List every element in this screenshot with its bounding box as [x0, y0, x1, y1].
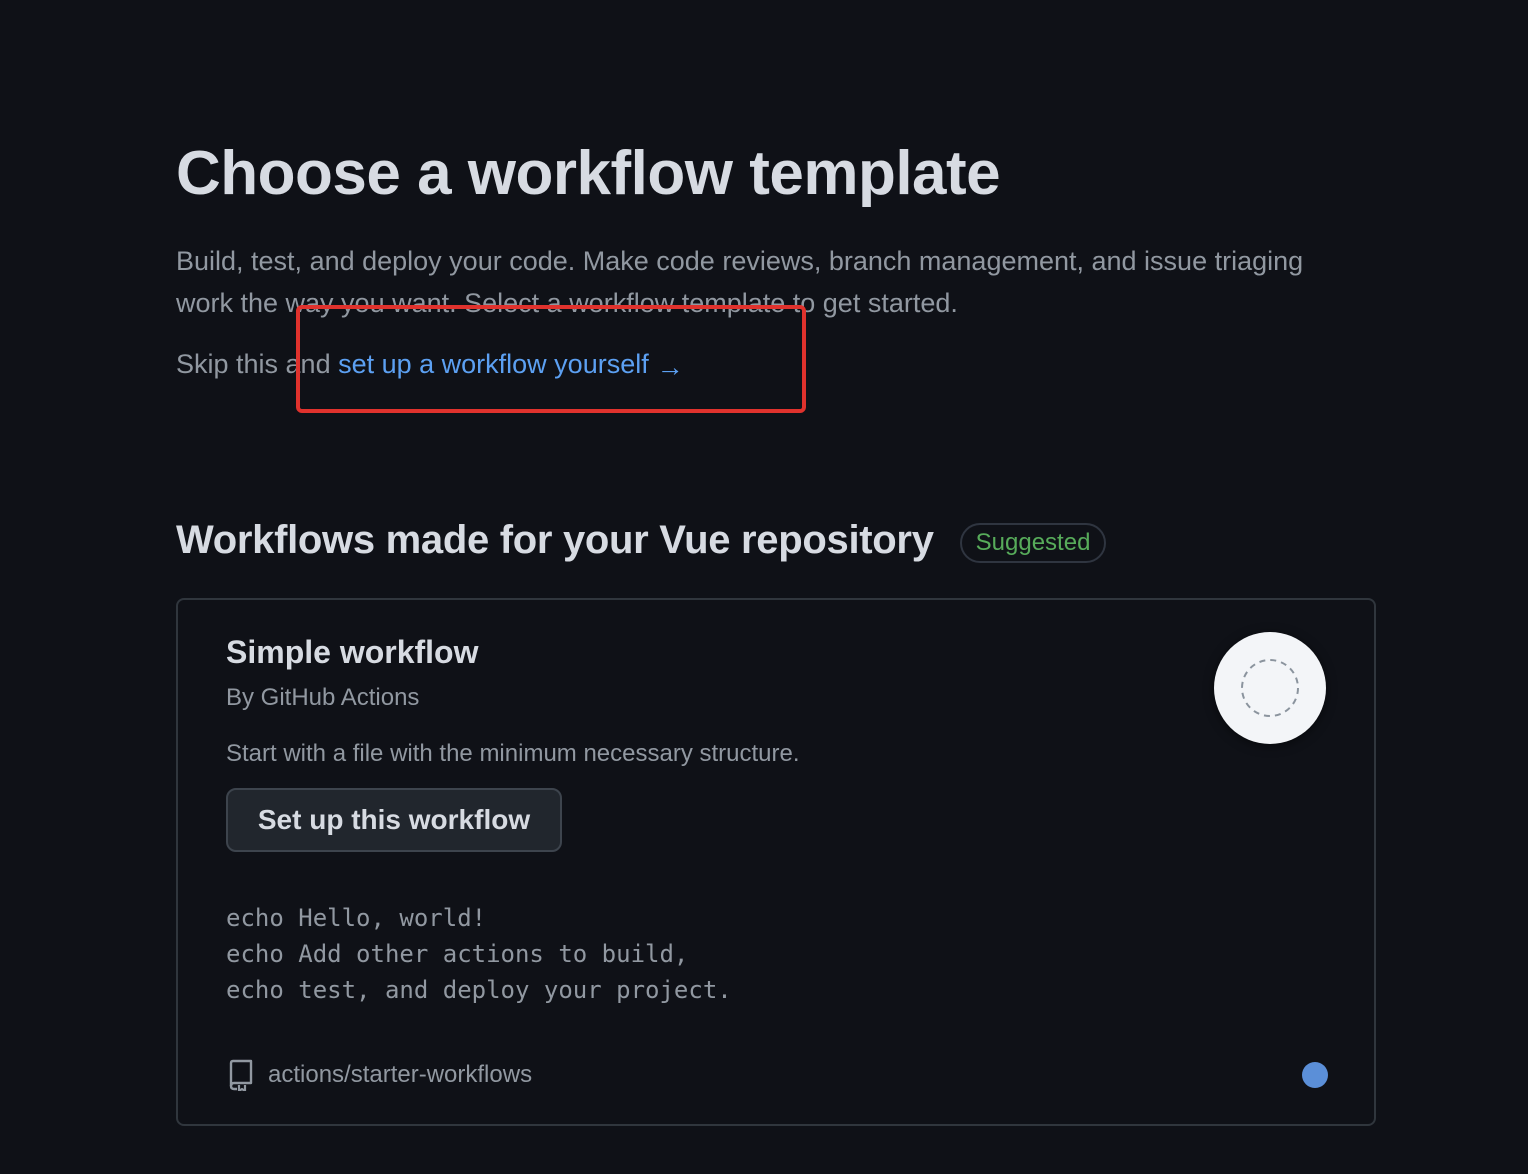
- workflow-card: Simple workflow By GitHub Actions Start …: [176, 598, 1376, 1126]
- suggested-badge: Suggested: [959, 522, 1107, 563]
- setup-workflow-yourself-label: set up a workflow yourself: [338, 349, 649, 379]
- page-title: Choose a workflow template: [176, 139, 1001, 208]
- card-title: Simple workflow: [226, 634, 479, 670]
- section-heading: Workflows made for your Vue repository S…: [176, 518, 1107, 563]
- setup-this-workflow-button[interactable]: Set up this workflow: [226, 788, 562, 852]
- code-preview: echo Hello, world! echo Add other action…: [226, 904, 732, 1004]
- repo-name: actions/starter-workflows: [268, 1061, 533, 1088]
- page-description: Build, test, and deploy your code. Make …: [176, 246, 1304, 318]
- repo-line: actions/starter-workflows: [228, 1058, 532, 1092]
- workflow-dashed-circle-icon: [1241, 659, 1299, 717]
- setup-workflow-yourself-link[interactable]: set up a workflow yourself →: [338, 349, 684, 382]
- section-title: Workflows made for your Vue repository: [176, 518, 934, 562]
- language-dot: [1302, 1062, 1328, 1088]
- repo-icon: [228, 1058, 258, 1092]
- skip-prefix: Skip this and: [176, 349, 339, 379]
- card-description: Start with a file with the minimum neces…: [226, 740, 800, 767]
- workflow-logo: [1214, 632, 1326, 744]
- skip-line: Skip this and set up a workflow yourself…: [176, 344, 684, 387]
- card-author: By GitHub Actions: [226, 684, 420, 711]
- arrow-right-icon: →: [656, 352, 684, 382]
- workflow-template-page: Choose a workflow template Build, test, …: [0, 0, 1528, 1174]
